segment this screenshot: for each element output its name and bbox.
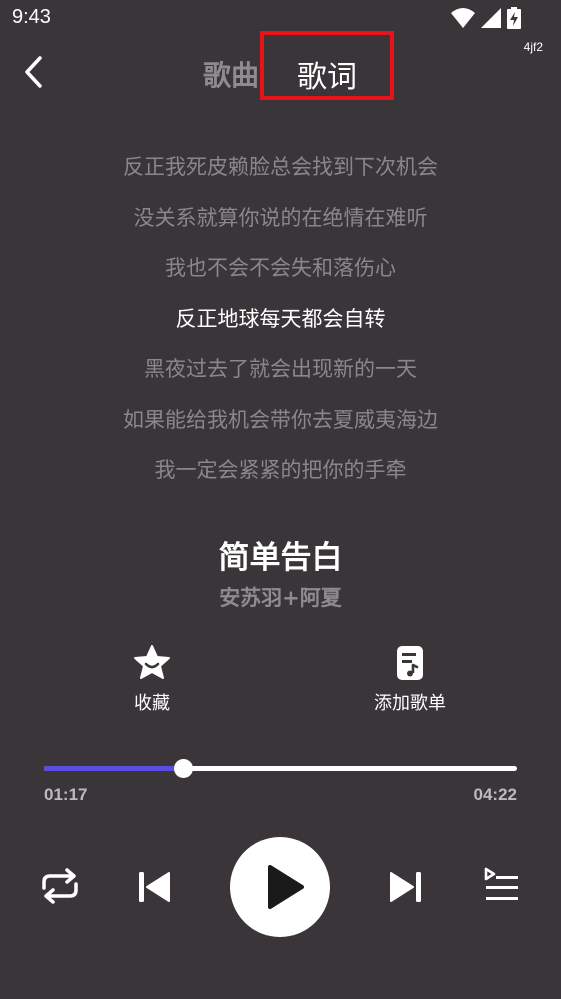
repeat-button[interactable] <box>38 866 82 906</box>
lyric-line: 我一定会紧紧的把你的手牵 <box>154 458 407 482</box>
skip-previous-icon <box>139 872 170 902</box>
lyric-line: 我也不会不会失和落伤心 <box>165 256 396 280</box>
lyric-line-current: 反正地球每天都会自转 <box>175 306 386 331</box>
star-icon <box>134 645 170 679</box>
lyric-line: 黑夜过去了就会出现新的一天 <box>144 357 417 381</box>
wifi-icon <box>451 8 475 28</box>
song-artist: 安苏羽+阿夏 <box>219 586 342 610</box>
chevron-left-icon <box>25 56 42 88</box>
favorite-button[interactable]: 收藏 <box>92 643 212 715</box>
lyric-line: 反正我死皮赖脸总会找到下次机会 <box>123 155 438 179</box>
progress-thumb[interactable] <box>174 759 194 778</box>
elapsed-time: 01:17 <box>44 785 88 804</box>
queue-list-icon <box>484 867 518 900</box>
lyric-line: 如果能给我机会带你去夏威夷海边 <box>123 407 438 432</box>
battery-charging-icon <box>507 7 521 29</box>
progress-fill <box>44 766 184 771</box>
tab-lyrics[interactable]: 歌词 <box>297 52 357 96</box>
queue-button[interactable] <box>482 866 520 904</box>
status-icons <box>451 7 521 29</box>
repeat-icon <box>42 868 78 904</box>
status-bar: 9:43 <box>0 0 561 38</box>
signal-icon <box>481 8 501 28</box>
play-icon <box>268 865 304 909</box>
add-playlist-label: 添加歌单 <box>374 693 446 714</box>
total-time: 04:22 <box>473 785 517 804</box>
status-time: 9:43 <box>12 6 51 28</box>
previous-button[interactable] <box>136 869 172 905</box>
next-button[interactable] <box>388 869 424 905</box>
favorite-label: 收藏 <box>134 693 170 714</box>
header: 歌曲 歌词 <box>0 38 561 108</box>
tab-song[interactable]: 歌曲 <box>203 54 259 94</box>
add-playlist-button[interactable]: 添加歌单 <box>350 643 470 715</box>
song-title: 简单告白 <box>218 540 343 576</box>
lyrics-panel[interactable]: 反正我死皮赖脸总会找到下次机会 没关系就算你说的在绝情在难听 我也不会不会失和落… <box>0 145 561 499</box>
skip-next-icon <box>390 872 421 902</box>
playlist-add-icon <box>397 646 423 680</box>
play-button[interactable] <box>230 837 330 937</box>
lyric-line: 没关系就算你说的在绝情在难听 <box>133 205 428 230</box>
progress-slider[interactable] <box>44 758 517 780</box>
back-button[interactable] <box>20 54 50 90</box>
